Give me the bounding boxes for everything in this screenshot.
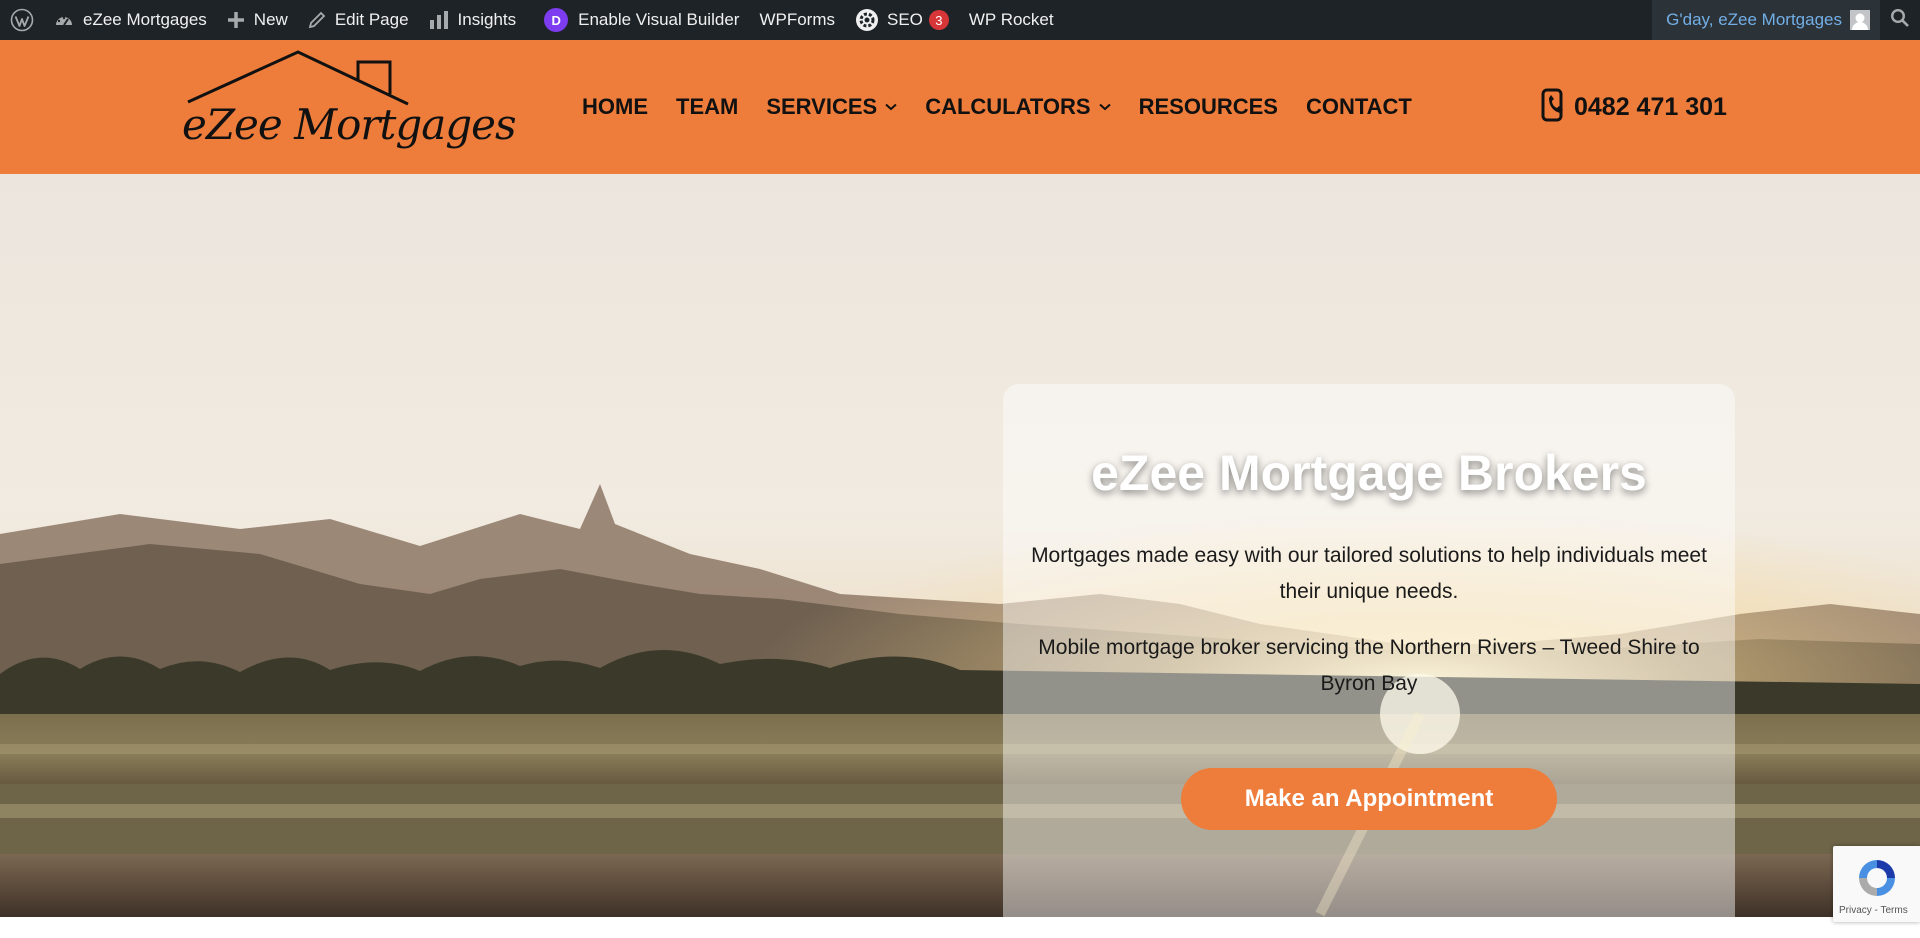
site-name-link[interactable]: eZee Mortgages (44, 0, 217, 40)
wordpress-icon (10, 8, 34, 32)
nav-label: TEAM (676, 94, 739, 119)
hero-card: eZee Mortgage Brokers Mortgages made eas… (1003, 384, 1735, 917)
wordpress-menu[interactable] (0, 0, 44, 40)
nav-item-calculators[interactable]: CALCULATORS (925, 94, 1111, 120)
new-label: New (253, 10, 288, 29)
nav-item-team[interactable]: TEAM (676, 94, 738, 120)
chevron-down-icon (1098, 103, 1111, 111)
edit-page-label: Edit Page (334, 10, 409, 29)
wp-rocket-link[interactable]: WP Rocket (959, 0, 1064, 40)
nav-label: CALCULATORS (925, 94, 1091, 119)
greeting-label: G'day, eZee Mortgages (1666, 10, 1842, 29)
seo-label: SEO (886, 10, 923, 29)
seo-gear-icon (855, 8, 879, 32)
phone-number: 0482 471 301 (1574, 92, 1727, 121)
chevron-down-icon (885, 103, 897, 111)
hero-section: eZee Mortgage Brokers Mortgages made eas… (0, 174, 1920, 917)
plus-icon (227, 11, 245, 29)
wpforms-label: WPForms (759, 10, 835, 29)
header-phone-link[interactable]: 0482 471 301 (1540, 40, 1727, 174)
admin-bar: eZee Mortgages New Edit Page Insights D … (0, 0, 1920, 40)
nav-label: RESOURCES (1138, 94, 1278, 119)
site-logo[interactable]: eZee Mortgages (182, 50, 517, 165)
wpforms-link[interactable]: WPForms (749, 0, 845, 40)
phone-icon (1540, 88, 1568, 127)
recaptcha-links[interactable]: Privacy - Terms (1839, 905, 1908, 916)
edit-page-link[interactable]: Edit Page (298, 0, 419, 40)
dashboard-icon (54, 11, 74, 29)
hero-title: eZee Mortgage Brokers (1091, 445, 1647, 501)
recaptcha-badge[interactable]: Privacy - Terms (1833, 846, 1920, 922)
nav-label: SERVICES (766, 94, 878, 119)
recaptcha-icon (1853, 854, 1901, 907)
search-icon (1890, 8, 1910, 33)
visual-builder-link[interactable]: D Enable Visual Builder (534, 0, 749, 40)
divi-icon: D (544, 8, 569, 32)
avatar-icon (1850, 10, 1870, 30)
site-name-label: eZee Mortgages (83, 10, 207, 29)
my-account-link[interactable]: G'day, eZee Mortgages (1652, 0, 1880, 40)
bar-chart-icon (429, 10, 449, 30)
visual-builder-label: Enable Visual Builder (578, 10, 740, 29)
seo-link[interactable]: SEO 3 (845, 0, 959, 40)
nav-item-services[interactable]: SERVICES (766, 94, 897, 120)
new-content-link[interactable]: New (217, 0, 298, 40)
nav-label: CONTACT (1305, 94, 1412, 119)
logo-wordmark: eZee Mortgages (182, 100, 517, 149)
pencil-icon (308, 11, 326, 29)
insights-link[interactable]: Insights (419, 0, 527, 40)
admin-bar-secondary: G'day, eZee Mortgages (1652, 0, 1920, 40)
hero-service-area: Mobile mortgage broker servicing the Nor… (1038, 636, 1700, 695)
insights-label: Insights (457, 10, 517, 29)
hero-description: Mortgages made easy with our tailored so… (1031, 544, 1707, 603)
site-header: eZee Mortgages HOME TEAM SERVICES CALCUL… (0, 40, 1920, 174)
nav-item-contact[interactable]: CONTACT (1306, 94, 1412, 120)
seo-notification-badge: 3 (928, 10, 949, 30)
nav-item-resources[interactable]: RESOURCES (1139, 94, 1278, 120)
nav-item-home[interactable]: HOME (582, 94, 648, 120)
wp-rocket-label: WP Rocket (968, 10, 1054, 29)
admin-search-button[interactable] (1880, 0, 1920, 40)
nav-label: HOME (582, 94, 648, 119)
main-navigation: HOME TEAM SERVICES CALCULATORS RESOURCES… (582, 40, 1440, 174)
make-appointment-button[interactable]: Make an Appointment (1181, 768, 1557, 830)
